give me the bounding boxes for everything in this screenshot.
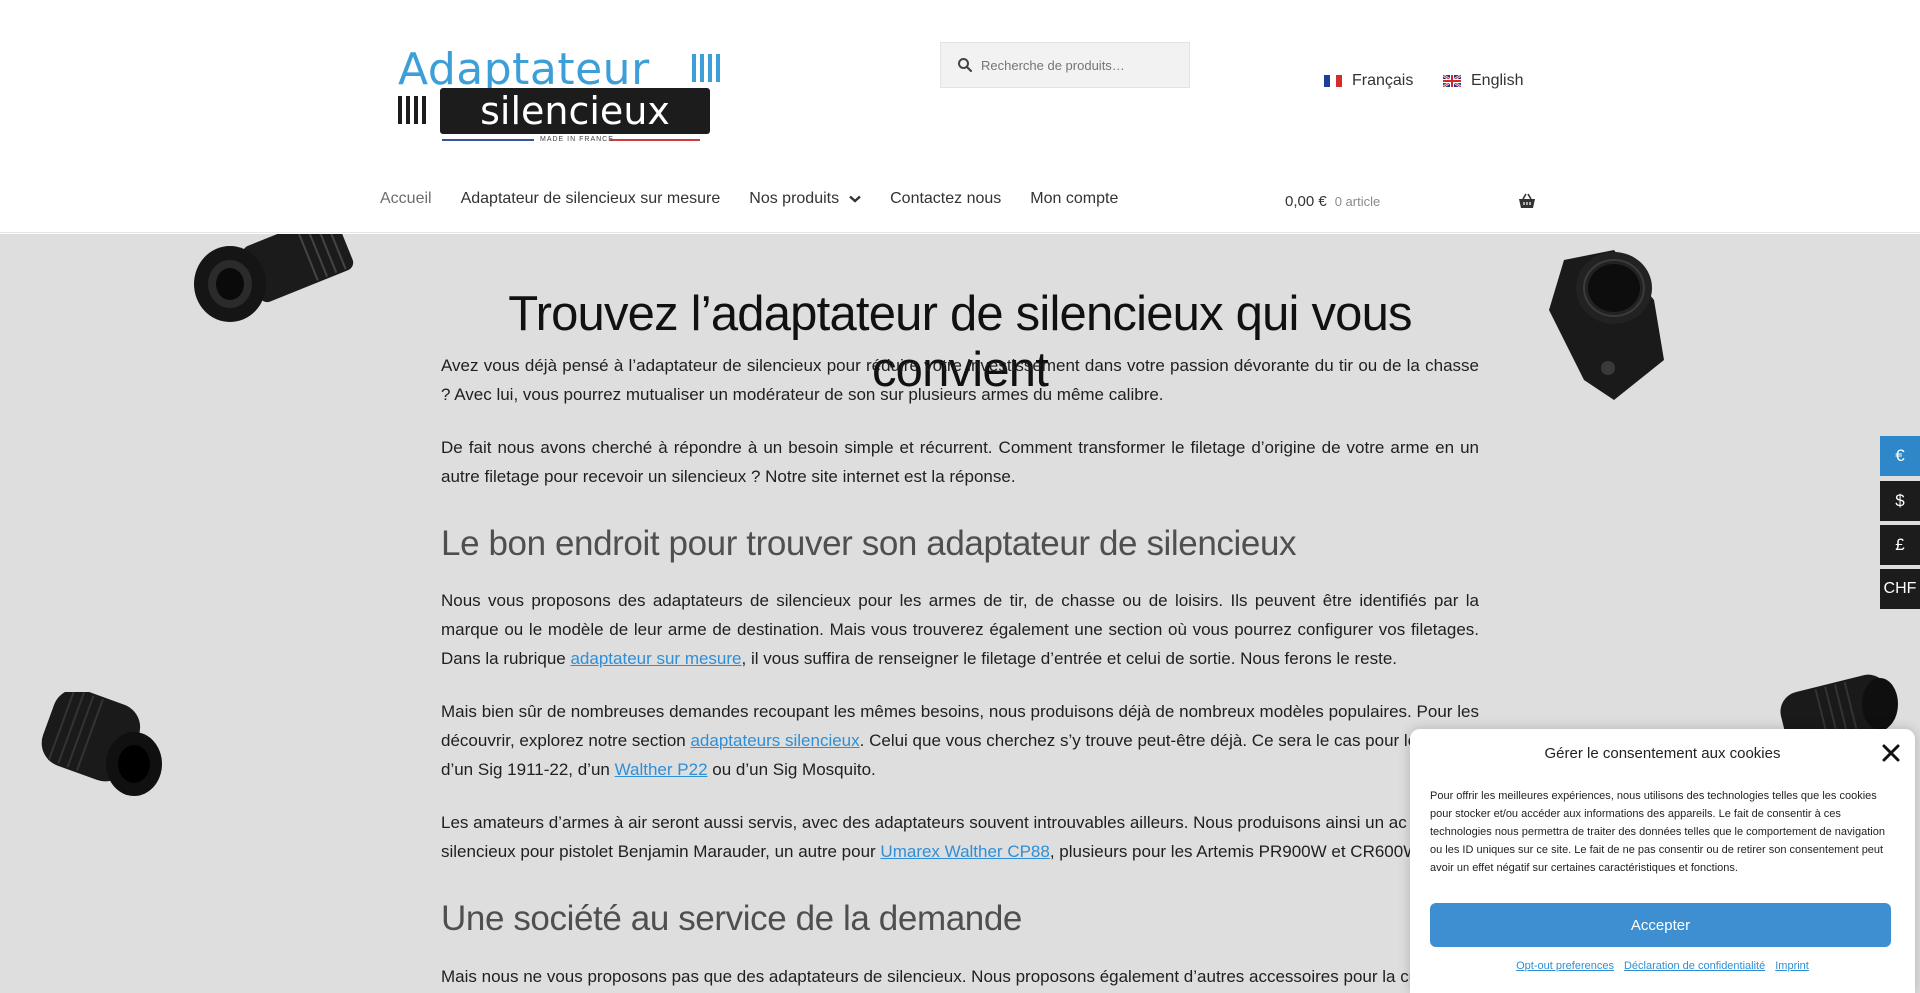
paragraph-6: Mais nous ne vous proposons pas que des … bbox=[441, 967, 1441, 986]
header-cart[interactable]: 0,00 € 0 article bbox=[1285, 193, 1536, 210]
logo-bars-icon bbox=[398, 96, 426, 124]
imprint-link[interactable]: Imprint bbox=[1775, 960, 1809, 972]
flag-fr-icon bbox=[1324, 75, 1342, 87]
logo-bars-icon bbox=[692, 54, 720, 82]
opt-out-preferences-link[interactable]: Opt-out preferences bbox=[1516, 960, 1614, 972]
product-search[interactable] bbox=[940, 42, 1190, 88]
language-fr-label: Français bbox=[1352, 72, 1414, 89]
main-navigation: Accueil Adaptateur de silencieux sur mes… bbox=[380, 190, 1147, 208]
paragraph-5-line2: silencieux pour pistolet Benjamin Maraud… bbox=[441, 837, 1479, 866]
paragraph-5: Les amateurs d’armes à air seront aussi … bbox=[441, 813, 1407, 832]
cookie-consent-dialog: Gérer le consentement aux cookies Pour o… bbox=[1410, 729, 1915, 993]
nav-item-nos-produits-label: Nos produits bbox=[749, 190, 840, 207]
nav-item-nos-produits[interactable]: Nos produits bbox=[749, 190, 861, 208]
paragraph-4-line2: d’un Sig 1911-22, d’un Walther P22 ou d’… bbox=[441, 755, 1479, 784]
paragraph-4: Mais bien sûr de nombreuses demandes rec… bbox=[441, 697, 1479, 755]
logo-box: silencieux bbox=[440, 88, 710, 134]
mount-adapter-image bbox=[1549, 250, 1664, 400]
link-umarex-walther-cp88[interactable]: Umarex Walther CP88 bbox=[880, 842, 1049, 861]
intro-paragraph-1: Avez vous déjà pensé à l’adaptateur de s… bbox=[441, 356, 1479, 404]
logo-stripe bbox=[442, 139, 534, 141]
paragraph-4-text-middle: . Celui que vous cherchez s’y trouve peu… bbox=[859, 731, 1450, 750]
cookie-title: Gérer le consentement aux cookies bbox=[1544, 745, 1781, 762]
currency-chf-button[interactable]: CHF bbox=[1880, 569, 1920, 609]
paragraph-4-text-line2: d’un Sig 1911-22, d’un bbox=[441, 760, 615, 779]
section-heading-2: Une société au service de la demande bbox=[441, 899, 1022, 938]
link-adaptateurs-silencieux[interactable]: adaptateurs silencieux bbox=[690, 731, 859, 750]
logo-stripe bbox=[610, 139, 700, 141]
site-logo[interactable]: Adaptateur silencieux MADE IN FRANCE bbox=[382, 38, 732, 148]
link-adaptateur-sur-mesure[interactable]: adaptateur sur mesure bbox=[570, 649, 741, 668]
cookie-links: Opt-out preferences Déclaration de confi… bbox=[1410, 960, 1915, 972]
basket-icon bbox=[1518, 193, 1536, 209]
close-icon[interactable] bbox=[1881, 743, 1901, 763]
currency-eur-button[interactable]: € bbox=[1880, 436, 1920, 476]
paragraph-5-text-line2: silencieux pour pistolet Benjamin Maraud… bbox=[441, 842, 881, 861]
logo-tagline: MADE IN FRANCE bbox=[540, 136, 614, 143]
language-en[interactable]: English bbox=[1443, 72, 1523, 90]
language-en-label: English bbox=[1471, 72, 1524, 89]
chevron-down-icon bbox=[849, 195, 861, 203]
logo-line2: silencieux bbox=[480, 89, 670, 133]
paragraph-5-text-end: , plusieurs pour les Artemis PR900W et C… bbox=[1049, 842, 1437, 861]
silencer-adapter-image bbox=[194, 234, 354, 322]
paragraph-3: Nous vous proposons des adaptateurs de s… bbox=[441, 586, 1479, 673]
nav-item-sur-mesure[interactable]: Adaptateur de silencieux sur mesure bbox=[461, 190, 721, 208]
search-input[interactable] bbox=[981, 57, 1181, 73]
intro-paragraph-2: De fait nous avons cherché à répondre à … bbox=[441, 438, 1479, 486]
link-walther-p22[interactable]: Walther P22 bbox=[615, 760, 708, 779]
accept-cookies-button[interactable]: Accepter bbox=[1430, 903, 1891, 947]
cart-count: 0 article bbox=[1334, 194, 1381, 209]
paragraph-3-text-end: , il vous suffira de renseigner le filet… bbox=[741, 649, 1398, 668]
nav-item-mon-compte[interactable]: Mon compte bbox=[1030, 190, 1118, 208]
cookie-description: Pour offrir les meilleures expériences, … bbox=[1430, 790, 1885, 874]
flag-uk-icon bbox=[1443, 75, 1461, 87]
section-heading-1: Le bon endroit pour trouver son adaptate… bbox=[441, 524, 1297, 563]
nav-item-contact[interactable]: Contactez nous bbox=[890, 190, 1001, 208]
language-fr[interactable]: Français bbox=[1324, 72, 1413, 90]
thread-adapter-image bbox=[41, 692, 162, 796]
paragraph-4-text-end: ou d’un Sig Mosquito. bbox=[707, 760, 876, 779]
currency-usd-button[interactable]: $ bbox=[1880, 481, 1920, 521]
nav-item-accueil[interactable]: Accueil bbox=[380, 190, 432, 208]
currency-gbp-button[interactable]: £ bbox=[1880, 525, 1920, 565]
cart-total: 0,00 € bbox=[1285, 193, 1327, 210]
privacy-statement-link[interactable]: Déclaration de confidentialité bbox=[1624, 960, 1765, 972]
site-header: Adaptateur silencieux MADE IN FRANCE Fra… bbox=[0, 0, 1920, 233]
search-icon bbox=[957, 57, 973, 73]
